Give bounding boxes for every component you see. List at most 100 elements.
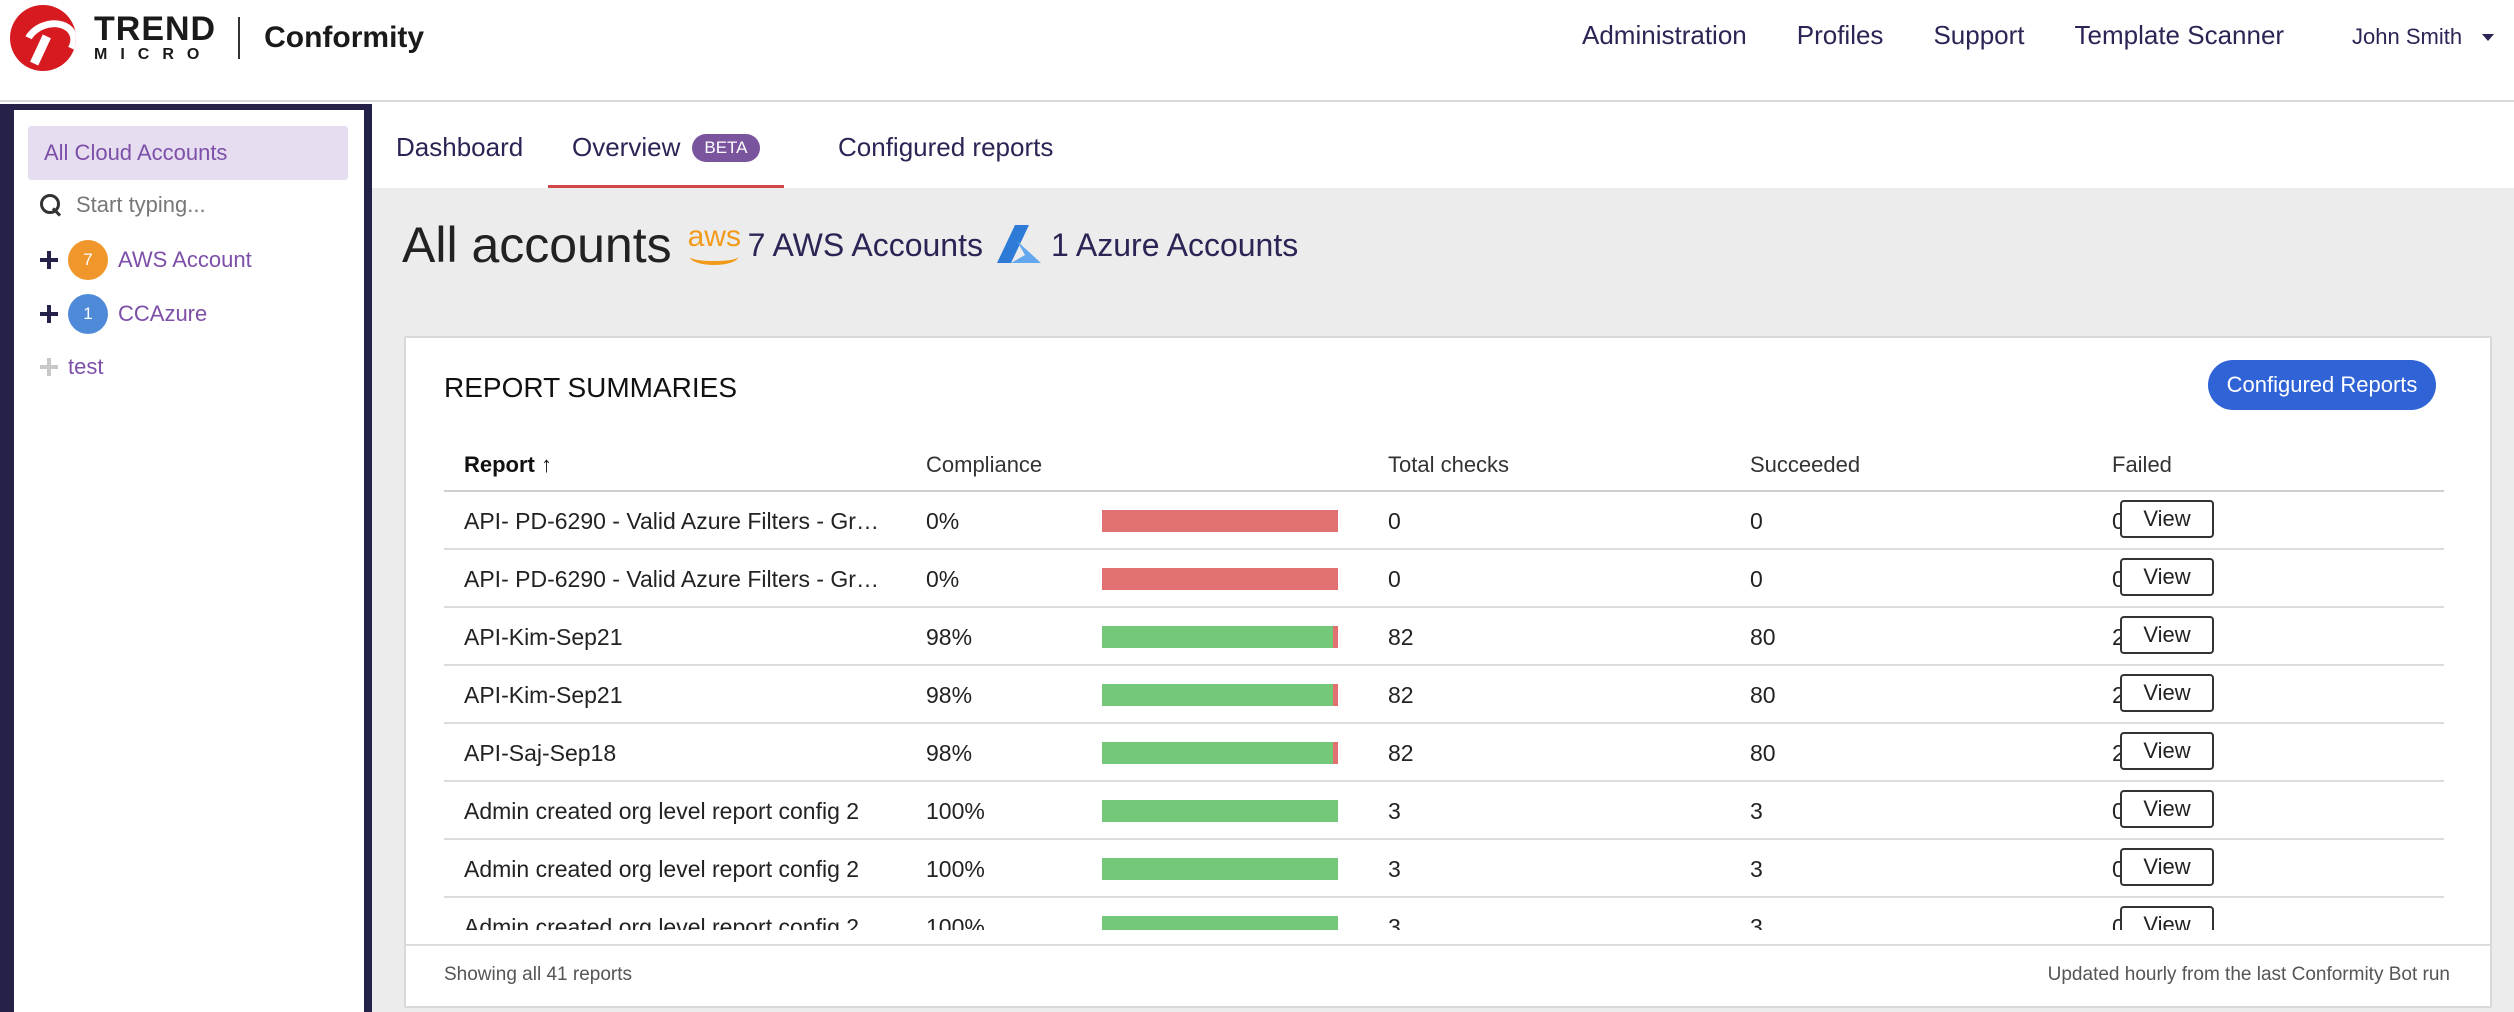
view-button[interactable]: View — [2120, 500, 2214, 538]
report-name[interactable]: API-Kim-Sep21 — [464, 682, 884, 709]
panel-footer: Showing all 41 reports Updated hourly fr… — [406, 944, 2490, 1006]
view-button[interactable]: View — [2120, 616, 2214, 654]
succeeded-count: 3 — [1750, 914, 1763, 930]
view-button[interactable]: View — [2120, 848, 2214, 886]
reports-count-text: Showing all 41 reports — [444, 964, 632, 985]
nav-template-scanner[interactable]: Template Scanner — [2075, 20, 2285, 50]
report-summaries-panel: REPORT SUMMARIES Configured Reports Repo… — [404, 336, 2492, 1008]
compliance-percent: 100% — [926, 856, 985, 882]
total-checks: 3 — [1388, 798, 1401, 824]
succeeded-count: 80 — [1750, 682, 1776, 708]
succeeded-count: 3 — [1750, 798, 1763, 824]
panel-title: REPORT SUMMARIES — [444, 372, 738, 403]
compliance-percent: 0% — [926, 566, 960, 592]
chevron-down-icon — [2482, 33, 2495, 41]
table-header: Report ↑ Compliance Total checks Succeed… — [444, 430, 2444, 492]
report-name[interactable]: Admin created org level report config 2 — [464, 798, 884, 825]
compliance-percent: 100% — [926, 914, 985, 930]
expand-plus-icon[interactable] — [40, 305, 58, 323]
column-header-succeeded[interactable]: Succeeded — [1750, 452, 1860, 478]
aws-accounts-count[interactable]: 7 AWS Accounts — [748, 227, 983, 264]
report-table: Report ↑ Compliance Total checks Succeed… — [444, 430, 2444, 930]
succeeded-count: 0 — [1750, 508, 1763, 534]
tab-overview[interactable]: Overview BETA — [548, 104, 784, 188]
view-button[interactable]: View — [2120, 558, 2214, 596]
tab-label: Overview — [572, 132, 681, 162]
azure-icon — [995, 223, 1043, 267]
table-row: Admin created org level report config 2 … — [444, 840, 2444, 898]
sidebar-item-label[interactable]: CCAzure — [118, 301, 207, 327]
view-button[interactable]: View — [2120, 674, 2214, 712]
nav-administration[interactable]: Administration — [1582, 20, 1747, 50]
account-search-input[interactable] — [76, 192, 316, 218]
configured-reports-button[interactable]: Configured Reports — [2208, 360, 2436, 410]
account-count-badge: 7 — [68, 240, 108, 280]
expand-plus-icon[interactable] — [40, 251, 58, 269]
report-name[interactable]: Admin created org level report config 2 — [464, 856, 884, 883]
compliance-bar-fill — [1102, 626, 1334, 648]
column-header-failed[interactable]: Failed — [2112, 452, 2172, 478]
compliance-percent: 98% — [926, 682, 973, 708]
user-name: John Smith — [2352, 24, 2463, 49]
compliance-bar-fill — [1102, 916, 1338, 930]
compliance-bar — [1102, 568, 1338, 590]
column-header-total-checks[interactable]: Total checks — [1388, 452, 1509, 478]
compliance-bar — [1102, 684, 1338, 706]
sidebar-item-ccazure[interactable]: 1 CCAzure — [40, 294, 207, 334]
report-name[interactable]: API- PD-6290 - Valid Azure Filters - Gro… — [464, 566, 884, 593]
succeeded-count: 0 — [1750, 566, 1763, 592]
view-button[interactable]: View — [2120, 790, 2214, 828]
table-row: API-Kim-Sep21 98% 82 80 2 View — [444, 666, 2444, 724]
sidebar-item-label[interactable]: AWS Account — [118, 247, 252, 273]
total-checks: 3 — [1388, 914, 1401, 930]
azure-accounts-count[interactable]: 1 Azure Accounts — [1051, 227, 1298, 264]
user-menu[interactable]: John Smith — [2352, 24, 2495, 50]
tab-label: Dashboard — [396, 132, 524, 162]
brand-top: TREND — [94, 10, 217, 48]
product-name: Conformity — [264, 21, 425, 54]
trend-micro-logo[interactable]: TREND MICRO Conformity — [10, 4, 424, 72]
tab-configured-reports[interactable]: Configured reports — [814, 104, 1077, 188]
compliance-percent: 98% — [926, 624, 973, 650]
total-checks: 82 — [1388, 624, 1414, 650]
update-note: Updated hourly from the last Conformity … — [2047, 964, 2450, 985]
total-checks: 0 — [1388, 508, 1401, 534]
column-header-report[interactable]: Report ↑ — [464, 452, 552, 478]
aws-icon: aws — [688, 222, 741, 267]
beta-badge: BETA — [692, 134, 760, 162]
table-row: API- PD-6290 - Valid Azure Filters - Gro… — [444, 550, 2444, 608]
account-count-badge: 1 — [68, 294, 108, 334]
page-title: All accounts — [402, 217, 672, 273]
sidebar-item-label[interactable]: test — [68, 354, 103, 380]
report-name[interactable]: API-Kim-Sep21 — [464, 624, 884, 651]
brand-bottom: MICRO — [94, 46, 213, 63]
compliance-bar — [1102, 742, 1338, 764]
search-icon — [40, 194, 62, 216]
tab-label: Configured reports — [838, 132, 1054, 162]
total-checks: 3 — [1388, 856, 1401, 882]
table-row: API-Kim-Sep21 98% 82 80 2 View — [444, 608, 2444, 666]
table-row: Admin created org level report config 2 … — [444, 898, 2444, 930]
view-button[interactable]: View — [2120, 732, 2214, 770]
report-name[interactable]: Admin created org level report config 2 — [464, 914, 884, 930]
nav-profiles[interactable]: Profiles — [1797, 20, 1884, 50]
tab-dashboard[interactable]: Dashboard — [372, 104, 547, 188]
report-name[interactable]: API-Saj-Sep18 — [464, 740, 884, 767]
succeeded-count: 3 — [1750, 856, 1763, 882]
main-content: Dashboard Overview BETA Configured report… — [372, 104, 2514, 1012]
compliance-bar-fill — [1102, 684, 1334, 706]
view-button[interactable]: View — [2120, 906, 2214, 930]
compliance-percent: 0% — [926, 508, 960, 534]
sidebar-item-all-cloud-accounts[interactable]: All Cloud Accounts — [28, 126, 348, 180]
compliance-bar — [1102, 626, 1338, 648]
top-bar: TREND MICRO Conformity Administration Pr… — [0, 0, 2514, 102]
column-header-compliance[interactable]: Compliance — [926, 452, 1042, 478]
sidebar-item-test[interactable]: test — [40, 354, 103, 380]
compliance-bar — [1102, 510, 1338, 532]
nav-support[interactable]: Support — [1933, 20, 2024, 50]
tab-bar: Dashboard Overview BETA Configured report… — [372, 104, 2514, 188]
sidebar-item-aws-account[interactable]: 7 AWS Account — [40, 240, 252, 280]
total-checks: 82 — [1388, 682, 1414, 708]
brand-wordmark: TREND MICRO — [94, 12, 216, 64]
report-name[interactable]: API- PD-6290 - Valid Azure Filters - Gro… — [464, 508, 884, 535]
